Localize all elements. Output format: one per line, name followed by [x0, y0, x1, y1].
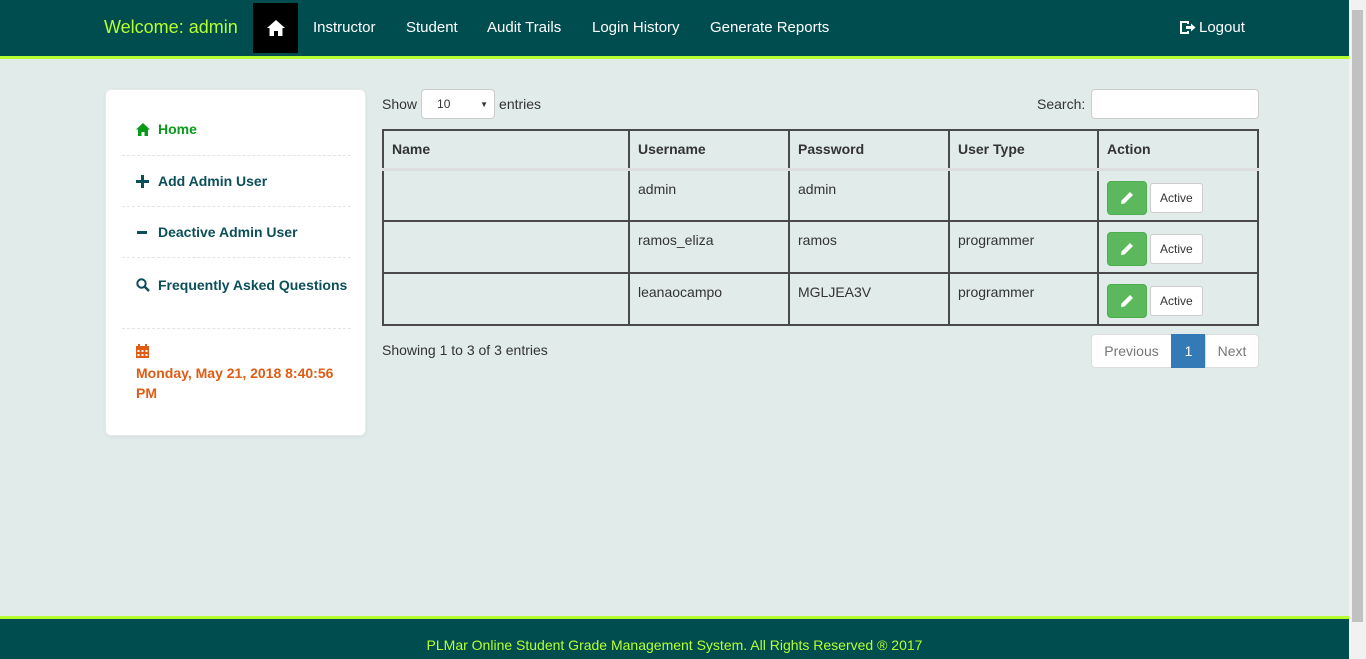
vertical-scrollbar[interactable]: [1349, 0, 1366, 659]
footer: PLMar Online Student Grade Management Sy…: [0, 616, 1349, 659]
footer-text: PLMar Online Student Grade Management Sy…: [426, 637, 923, 653]
top-navbar: Welcome: admin Instructor Student Audit …: [0, 0, 1349, 59]
home-icon: [266, 20, 285, 36]
pagination: Previous 1 Next: [1091, 334, 1259, 368]
cell-name: [382, 167, 630, 222]
plus-icon: [136, 175, 154, 191]
cell-user-type: [948, 167, 1099, 222]
sidebar: Home Add Admin User Deactive Admin User …: [105, 89, 366, 436]
cell-password: MGLJEA3V: [788, 272, 950, 326]
cell-name: [382, 220, 630, 274]
cell-username: leanaocampo: [628, 272, 790, 326]
active-status-button[interactable]: Active: [1150, 234, 1203, 264]
cell-username: admin: [628, 167, 790, 222]
column-header-user-type[interactable]: User Type: [948, 129, 1099, 170]
page-1-button[interactable]: 1: [1171, 334, 1206, 368]
show-entries-control: Show 10 ▼ entries: [382, 89, 541, 119]
scrollbar-thumb[interactable]: [1352, 10, 1363, 622]
column-header-username[interactable]: Username: [628, 129, 790, 170]
nav-instructor[interactable]: Instructor: [313, 19, 376, 36]
sidebar-item-label: Frequently Asked Questions: [158, 277, 348, 293]
table-row: leanaocampo MGLJEA3V programmer Active: [382, 272, 1259, 326]
cell-username: ramos_eliza: [628, 220, 790, 274]
entries-label: entries: [499, 96, 542, 112]
nav-generate-reports[interactable]: Generate Reports: [710, 19, 829, 36]
cell-user-type: programmer: [948, 272, 1099, 326]
edit-button[interactable]: [1107, 180, 1147, 215]
caret-down-icon: ▼: [480, 100, 489, 109]
nav-audit-trails[interactable]: Audit Trails: [487, 19, 561, 36]
cell-password: ramos: [788, 220, 950, 274]
logout-icon: [1180, 21, 1196, 34]
sidebar-item-label: Home: [158, 121, 197, 137]
home-icon: [136, 123, 154, 139]
pencil-icon: [1121, 243, 1133, 255]
pencil-icon: [1121, 191, 1133, 204]
entries-value: 10: [437, 97, 451, 111]
cell-name: [382, 272, 630, 326]
entries-select[interactable]: 10 ▼: [421, 89, 496, 119]
search-icon: [136, 277, 154, 297]
table-row: admin admin Active: [382, 167, 1259, 222]
table-header-row: Name Username Password User Type Action: [382, 129, 1259, 170]
table-row: ramos_eliza ramos programmer Active: [382, 220, 1259, 274]
show-label: Show: [382, 96, 418, 112]
sidebar-item-home[interactable]: Home: [122, 121, 351, 156]
column-header-name[interactable]: Name: [382, 129, 630, 170]
logout-link[interactable]: Logout: [1179, 19, 1245, 36]
welcome-brand: Welcome: admin: [104, 17, 238, 37]
cell-action: Active: [1097, 167, 1259, 222]
cell-user-type: programmer: [948, 220, 1099, 274]
sidebar-item-add-admin[interactable]: Add Admin User: [122, 173, 351, 207]
table-info: Showing 1 to 3 of 3 entries: [382, 342, 548, 358]
nav-student[interactable]: Student: [406, 19, 458, 36]
datetime-text: Monday, May 21, 2018 8:40:56 PM: [136, 365, 334, 401]
next-page-button[interactable]: Next: [1205, 334, 1259, 368]
sidebar-item-deactive-admin[interactable]: Deactive Admin User: [122, 224, 351, 258]
search-input[interactable]: [1091, 89, 1260, 119]
current-datetime: Monday, May 21, 2018 8:40:56 PM: [136, 343, 351, 403]
admin-users-table: Name Username Password User Type Action …: [382, 129, 1259, 326]
minus-icon: [136, 226, 154, 242]
sidebar-item-faq[interactable]: Frequently Asked Questions: [122, 275, 351, 329]
cell-password: admin: [788, 167, 950, 222]
column-header-action[interactable]: Action: [1097, 129, 1259, 170]
sidebar-item-label: Deactive Admin User: [158, 224, 298, 240]
logout-label: Logout: [1199, 19, 1245, 36]
search-label: Search:: [1037, 96, 1086, 112]
active-status-button[interactable]: Active: [1150, 182, 1203, 213]
edit-button[interactable]: [1107, 232, 1147, 266]
sidebar-item-label: Add Admin User: [158, 173, 268, 189]
calendar-icon: [136, 343, 351, 363]
nav-login-history[interactable]: Login History: [592, 19, 680, 36]
previous-page-button[interactable]: Previous: [1091, 334, 1172, 368]
table-search: Search:: [1037, 89, 1260, 119]
cell-action: Active: [1097, 272, 1259, 326]
nav-home-button[interactable]: [253, 3, 298, 53]
edit-button[interactable]: [1107, 284, 1147, 318]
column-header-password[interactable]: Password: [788, 129, 950, 170]
active-status-button[interactable]: Active: [1150, 286, 1203, 316]
cell-action: Active: [1097, 220, 1259, 274]
pencil-icon: [1121, 295, 1133, 307]
